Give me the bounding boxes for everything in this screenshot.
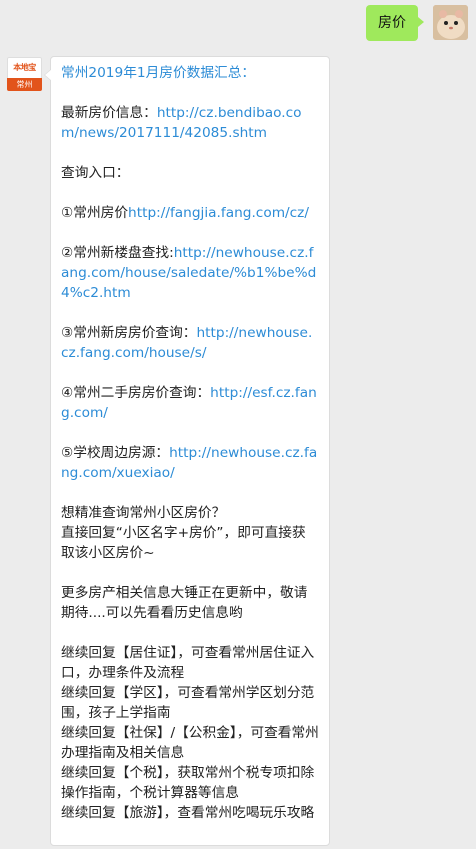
user-message-bubble[interactable]: 房价 — [366, 5, 424, 41]
prompt-answer: 直接回复“小区名字+房价”，即可直接获取该小区房价~ — [61, 525, 306, 561]
more-info-text: 更多房产相关信息大锤正在更新中，敬请期待....可以先看看历史信息哟 — [61, 585, 308, 621]
user-message-row: 房价 — [0, 0, 476, 46]
prompt-question: 想精准查询常州小区房价？ — [61, 505, 226, 521]
link-label-school: ⑤学校周边房源： — [61, 445, 170, 461]
reply-hint-tax: 继续回复【个税】，获取常州个税专项扣除操作指南，个税计算器等信息 — [61, 765, 315, 801]
hamster-avatar-icon — [433, 5, 468, 40]
link-label-newhouse-search: ②常州新楼盘查找: — [61, 245, 174, 261]
avatar-brand-text: 本地宝 — [13, 62, 36, 72]
link-fangjia[interactable]: http://fangjia.fang.com/cz/ — [128, 205, 309, 221]
entry-label: 查询入口： — [61, 165, 130, 181]
reply-hint-school: 继续回复【学区】，可查看常州学区划分范围，孩子上学指南 — [61, 685, 315, 721]
reply-hint-residence: 继续回复【居住证】，可查看常州居住证入口，办理条件及流程 — [61, 645, 315, 681]
avatar-city-text: 常州 — [7, 78, 42, 91]
bendibao-avatar[interactable]: 本地宝 常州 — [7, 57, 42, 91]
bot-message-bubble: 常州2019年1月房价数据汇总： 最新房价信息：http://cz.bendib… — [44, 56, 330, 846]
user-avatar[interactable] — [433, 5, 468, 40]
reply-hint-travel: 继续回复【旅游】，查看常州吃喝玩乐攻略 — [61, 805, 315, 821]
message-title: 常州2019年1月房价数据汇总： — [61, 65, 256, 81]
link-label-fangjia: ①常州房价 — [61, 205, 129, 221]
link-label-esf: ④常州二手房房价查询： — [61, 385, 211, 401]
link-label-newhouse-price: ③常州新房房价查询： — [61, 325, 197, 341]
latest-label: 最新房价信息： — [61, 105, 157, 121]
reply-hint-social-security: 继续回复【社保】/【公积金】，可查看常州办理指南及相关信息 — [61, 725, 319, 761]
